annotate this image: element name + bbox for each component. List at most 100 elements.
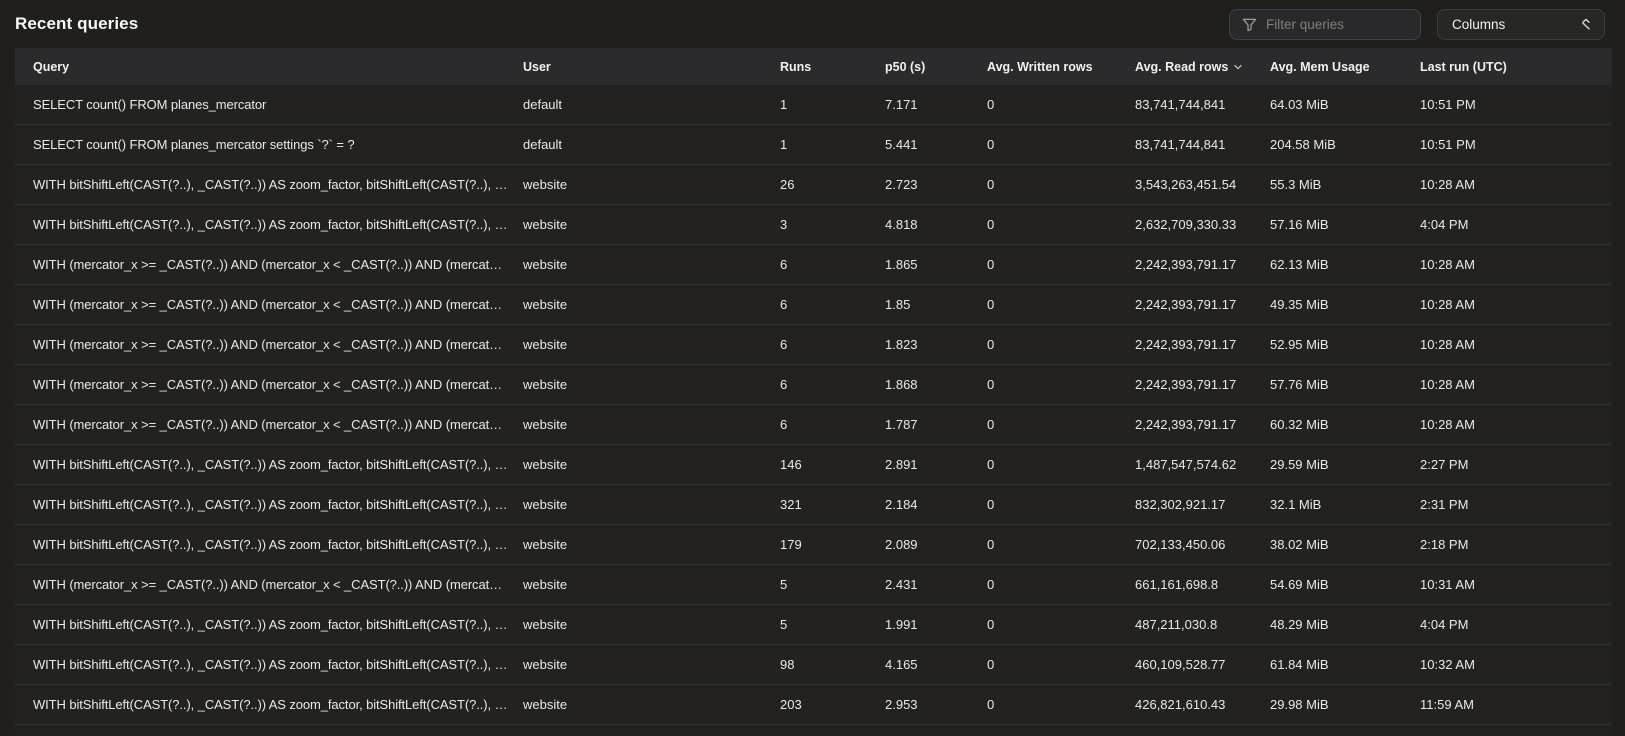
cell-runs: 6 bbox=[780, 297, 885, 312]
cell-p50: 2.723 bbox=[885, 177, 987, 192]
cell-avg-mem: 57.76 MiB bbox=[1270, 377, 1420, 392]
cell-query: WITH (mercator_x >= _CAST(?..)) AND (mer… bbox=[15, 377, 523, 392]
cell-query: SELECT count() FROM planes_mercator sett… bbox=[15, 137, 523, 152]
cell-avg-mem: 55.3 MiB bbox=[1270, 177, 1420, 192]
table-row-partial bbox=[15, 725, 1612, 736]
cell-avg-written: 0 bbox=[987, 577, 1135, 592]
cell-user: website bbox=[523, 657, 780, 672]
cell-query: WITH (mercator_x >= _CAST(?..)) AND (mer… bbox=[15, 417, 523, 432]
cell-runs: 5 bbox=[780, 617, 885, 632]
cell-p50: 2.431 bbox=[885, 577, 987, 592]
cell-avg-written: 0 bbox=[987, 417, 1135, 432]
column-header-query[interactable]: Query bbox=[15, 60, 523, 74]
cell-user: website bbox=[523, 537, 780, 552]
cell-avg-read: 460,109,528.77 bbox=[1135, 657, 1270, 672]
sort-desc-chevron-icon bbox=[1233, 62, 1243, 72]
table-row[interactable]: WITH (mercator_x >= _CAST(?..)) AND (mer… bbox=[15, 285, 1612, 325]
cell-avg-written: 0 bbox=[987, 457, 1135, 472]
cell-last-run: 10:28 AM bbox=[1420, 377, 1612, 392]
cell-query: WITH bitShiftLeft(CAST(?..), _CAST(?..))… bbox=[15, 457, 523, 472]
cell-avg-written: 0 bbox=[987, 297, 1135, 312]
table-row[interactable]: WITH bitShiftLeft(CAST(?..), _CAST(?..))… bbox=[15, 445, 1612, 485]
cell-avg-mem: 57.16 MiB bbox=[1270, 217, 1420, 232]
cell-avg-mem: 54.69 MiB bbox=[1270, 577, 1420, 592]
cell-avg-read: 702,133,450.06 bbox=[1135, 537, 1270, 552]
cell-p50: 1.865 bbox=[885, 257, 987, 272]
cell-avg-mem: 61.84 MiB bbox=[1270, 657, 1420, 672]
cell-last-run: 10:31 AM bbox=[1420, 577, 1612, 592]
cell-runs: 6 bbox=[780, 417, 885, 432]
cell-runs: 6 bbox=[780, 257, 885, 272]
column-header-avg-read-rows[interactable]: Avg. Read rows bbox=[1135, 60, 1270, 74]
table-row[interactable]: WITH (mercator_x >= _CAST(?..)) AND (mer… bbox=[15, 325, 1612, 365]
cell-p50: 2.891 bbox=[885, 457, 987, 472]
cell-avg-written: 0 bbox=[987, 497, 1135, 512]
table-row[interactable]: WITH bitShiftLeft(CAST(?..), _CAST(?..))… bbox=[15, 605, 1612, 645]
cell-query: WITH bitShiftLeft(CAST(?..), _CAST(?..))… bbox=[15, 657, 523, 672]
cell-user: website bbox=[523, 377, 780, 392]
cell-query: WITH bitShiftLeft(CAST(?..), _CAST(?..))… bbox=[15, 697, 523, 712]
cell-avg-written: 0 bbox=[987, 177, 1135, 192]
cell-avg-read: 832,302,921.17 bbox=[1135, 497, 1270, 512]
column-header-user[interactable]: User bbox=[523, 60, 780, 74]
cell-query: WITH bitShiftLeft(CAST(?..), _CAST(?..))… bbox=[15, 617, 523, 632]
table-row[interactable]: SELECT count() FROM planes_mercator sett… bbox=[15, 125, 1612, 165]
table-row[interactable]: WITH (mercator_x >= _CAST(?..)) AND (mer… bbox=[15, 405, 1612, 445]
cell-user: default bbox=[523, 97, 780, 112]
cell-avg-mem: 52.95 MiB bbox=[1270, 337, 1420, 352]
cell-last-run: 10:32 AM bbox=[1420, 657, 1612, 672]
cell-avg-written: 0 bbox=[987, 697, 1135, 712]
cell-avg-written: 0 bbox=[987, 537, 1135, 552]
column-header-last-run[interactable]: Last run (UTC) bbox=[1420, 60, 1612, 74]
column-header-avg-mem-usage[interactable]: Avg. Mem Usage bbox=[1270, 60, 1420, 74]
column-header-avg-written-rows[interactable]: Avg. Written rows bbox=[987, 60, 1135, 74]
toolbar-controls: Columns bbox=[1229, 9, 1605, 40]
table-row[interactable]: WITH bitShiftLeft(CAST(?..), _CAST(?..))… bbox=[15, 165, 1612, 205]
column-header-runs[interactable]: Runs bbox=[780, 60, 885, 74]
cell-runs: 26 bbox=[780, 177, 885, 192]
cell-runs: 146 bbox=[780, 457, 885, 472]
cell-runs: 3 bbox=[780, 217, 885, 232]
cell-query: WITH (mercator_x >= _CAST(?..)) AND (mer… bbox=[15, 577, 523, 592]
cell-avg-read: 1,487,547,574.62 bbox=[1135, 457, 1270, 472]
table-row[interactable]: SELECT count() FROM planes_mercator defa… bbox=[15, 85, 1612, 125]
cell-avg-read: 2,242,393,791.17 bbox=[1135, 337, 1270, 352]
cell-query: WITH (mercator_x >= _CAST(?..)) AND (mer… bbox=[15, 257, 523, 272]
columns-dropdown[interactable]: Columns bbox=[1437, 9, 1605, 40]
column-header-p50[interactable]: p50 (s) bbox=[885, 60, 987, 74]
cell-user: website bbox=[523, 617, 780, 632]
cell-runs: 1 bbox=[780, 137, 885, 152]
cell-p50: 1.868 bbox=[885, 377, 987, 392]
cell-avg-mem: 204.58 MiB bbox=[1270, 137, 1420, 152]
cell-runs: 5 bbox=[780, 577, 885, 592]
cell-p50: 4.818 bbox=[885, 217, 987, 232]
table-row[interactable]: WITH bitShiftLeft(CAST(?..), _CAST(?..))… bbox=[15, 205, 1612, 245]
table-row[interactable]: WITH bitShiftLeft(CAST(?..), _CAST(?..))… bbox=[15, 685, 1612, 725]
page-title: Recent queries bbox=[15, 14, 138, 34]
table-row[interactable]: WITH bitShiftLeft(CAST(?..), _CAST(?..))… bbox=[15, 645, 1612, 685]
table-row[interactable]: WITH bitShiftLeft(CAST(?..), _CAST(?..))… bbox=[15, 485, 1612, 525]
cell-user: website bbox=[523, 697, 780, 712]
cell-last-run: 10:51 PM bbox=[1420, 137, 1612, 152]
cell-p50: 2.089 bbox=[885, 537, 987, 552]
cell-query: WITH (mercator_x >= _CAST(?..)) AND (mer… bbox=[15, 297, 523, 312]
table-row[interactable]: WITH (mercator_x >= _CAST(?..)) AND (mer… bbox=[15, 565, 1612, 605]
cell-avg-mem: 64.03 MiB bbox=[1270, 97, 1420, 112]
cell-avg-written: 0 bbox=[987, 257, 1135, 272]
cell-last-run: 4:04 PM bbox=[1420, 217, 1612, 232]
cell-p50: 5.441 bbox=[885, 137, 987, 152]
cell-runs: 6 bbox=[780, 337, 885, 352]
table-row[interactable]: WITH (mercator_x >= _CAST(?..)) AND (mer… bbox=[15, 365, 1612, 405]
cell-avg-read: 661,161,698.8 bbox=[1135, 577, 1270, 592]
table-row[interactable]: WITH bitShiftLeft(CAST(?..), _CAST(?..))… bbox=[15, 525, 1612, 565]
up-down-chevrons-icon bbox=[1580, 17, 1592, 31]
table-header-row: Query User Runs p50 (s) Avg. Written row… bbox=[15, 48, 1612, 85]
cell-p50: 4.165 bbox=[885, 657, 987, 672]
cell-user: website bbox=[523, 257, 780, 272]
cell-p50: 1.823 bbox=[885, 337, 987, 352]
filter-queries-input[interactable] bbox=[1266, 17, 1408, 32]
filter-queries-box[interactable] bbox=[1229, 9, 1421, 40]
columns-dropdown-label: Columns bbox=[1452, 17, 1505, 32]
cell-p50: 1.787 bbox=[885, 417, 987, 432]
table-row[interactable]: WITH (mercator_x >= _CAST(?..)) AND (mer… bbox=[15, 245, 1612, 285]
